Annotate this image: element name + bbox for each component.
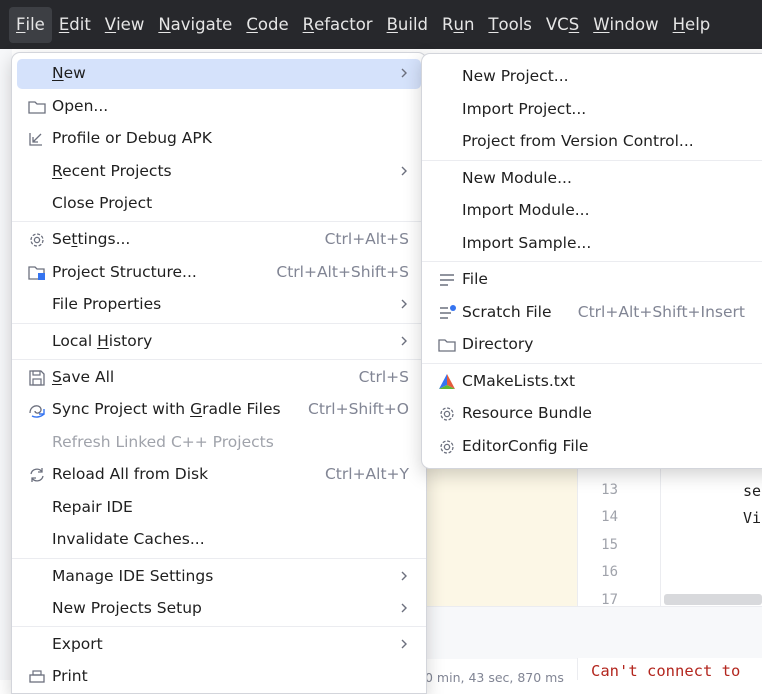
gear-icon [440, 407, 454, 421]
menubar-item[interactable]: VC S [539, 7, 586, 43]
line-number: 16 [601, 564, 618, 580]
gradle-sync-icon [29, 405, 45, 418]
menu-item-reload-from-disk[interactable]: Reload All from Disk Ctrl+Alt+Y [17, 460, 421, 490]
tool-window-header [425, 606, 762, 659]
menu-item-refresh-linked-cpp: Refresh Linked C++ Projects [52, 433, 274, 451]
menu-item-import-module[interactable]: Import Module... [427, 196, 762, 226]
menu-item-repair-ide[interactable]: Repair IDE [17, 493, 421, 523]
menu-item-scratch-file[interactable]: Scratch File Ctrl+Alt+Shift+Insert [427, 298, 762, 328]
chevron-right-icon [401, 603, 407, 613]
menu-item-directory[interactable]: Directory [427, 330, 762, 360]
menu-separator [12, 323, 426, 324]
chevron-right-icon [401, 639, 407, 649]
menu-separator [422, 160, 762, 161]
chevron-right-icon [401, 68, 407, 78]
menubar-item[interactable]: File [9, 6, 52, 43]
menubar-item[interactable]: Edit [52, 7, 98, 43]
line-number: 13 [601, 482, 618, 498]
printer-icon [29, 670, 45, 683]
menu-item-resource-bundle[interactable]: Resource Bundle [427, 399, 762, 429]
save-icon [29, 370, 45, 386]
file-lines-icon [440, 274, 454, 286]
project-structure-icon [28, 266, 45, 280]
menu-item-import-sample[interactable]: Import Sample... [427, 229, 762, 259]
menu-item-project-structure[interactable]: Project Structure... Ctrl+Alt+Shift+S [17, 258, 421, 288]
menu-item-new-module[interactable]: New Module... [427, 164, 762, 194]
gear-icon [440, 440, 454, 454]
menu-item-recent-projects[interactable]: Recent Projects [17, 157, 421, 187]
chevron-right-icon [401, 166, 407, 176]
build-time-text: 0 min, 43 sec, 870 ms [425, 670, 564, 685]
menu-item-settings[interactable]: Settings... Ctrl+Alt+S [17, 225, 421, 255]
menu-item-print[interactable]: Print [17, 662, 421, 692]
menubar-item[interactable]: Refactor [296, 7, 380, 43]
menubar-item[interactable]: Run [435, 7, 481, 43]
line-number: 15 [601, 537, 618, 553]
menu-item-profile-debug-apk[interactable]: Profile or Debug APK [17, 124, 421, 154]
chevron-right-icon [401, 336, 407, 346]
menubar-item[interactable]: View [98, 7, 152, 43]
menubar-item[interactable]: Tools [481, 7, 538, 43]
chevron-right-icon [401, 299, 407, 309]
folder-icon [438, 339, 456, 352]
menu-item-manage-ide-settings[interactable]: Manage IDE Settings [17, 562, 421, 592]
menu-separator [12, 626, 426, 627]
menubar-item[interactable]: Build [380, 7, 435, 43]
import-arrow-icon [29, 133, 42, 146]
menu-item-file[interactable]: File [427, 265, 762, 295]
menu-item-save-all[interactable]: Save All Ctrl+S [17, 363, 421, 393]
code-line: se [743, 482, 762, 500]
gear-icon [30, 233, 44, 247]
menu-item-open[interactable]: Open... [17, 92, 421, 122]
menu-separator [12, 558, 426, 559]
menu-item-new-projects-setup[interactable]: New Projects Setup [17, 594, 421, 624]
menubar-item[interactable]: Help [666, 7, 718, 43]
menu-item-invalidate-caches[interactable]: Invalidate Caches... [17, 525, 421, 555]
menubar-item[interactable]: Navigate [151, 7, 239, 43]
file-menu: New Open... Profile or Debug APK Recent … [11, 52, 427, 694]
chevron-right-icon [401, 571, 407, 581]
cmake-triangle-icon [439, 374, 455, 389]
menu-separator [12, 359, 426, 360]
line-number: 14 [601, 509, 618, 525]
editor-background [425, 466, 577, 606]
menubar-item[interactable]: Code [239, 7, 295, 43]
menu-item-export[interactable]: Export [17, 630, 421, 660]
editor-horizontal-scrollbar[interactable] [664, 594, 762, 605]
menu-separator [12, 221, 426, 222]
scratch-file-icon [440, 305, 456, 319]
menu-item-cmakelists[interactable]: CMakeLists.txt [427, 367, 762, 397]
console-error-text: Can't connect to [591, 662, 741, 680]
menu-item-new[interactable]: New [17, 59, 421, 89]
menu-item-import-project[interactable]: Import Project... [427, 95, 762, 125]
menu-item-sync-gradle[interactable]: Sync Project with Gradle Files Ctrl+Shif… [17, 395, 421, 425]
menu-item-new-project[interactable]: New Project... [427, 62, 762, 92]
new-submenu: New Project... Import Project... Project… [421, 53, 762, 469]
refresh-icon [30, 468, 44, 482]
menu-separator [422, 261, 762, 262]
menu-item-local-history[interactable]: Local History [17, 327, 421, 357]
menubar-item[interactable]: Window [586, 7, 665, 43]
folder-icon [28, 101, 46, 114]
code-line: Vi [743, 509, 762, 527]
menu-item-project-from-vcs[interactable]: Project from Version Control... [427, 127, 762, 157]
menu-item-close-project[interactable]: Close Project [17, 189, 421, 219]
main-menu-bar: File Edit View Navigate Code Refactor Build Ru n… [0, 0, 762, 49]
menu-separator [422, 363, 762, 364]
menu-item-editorconfig-file[interactable]: EditorConfig File [427, 432, 762, 462]
line-number-gutter: 13 14 15 16 17 [577, 466, 661, 608]
menu-item-file-properties[interactable]: File Properties [17, 290, 421, 320]
